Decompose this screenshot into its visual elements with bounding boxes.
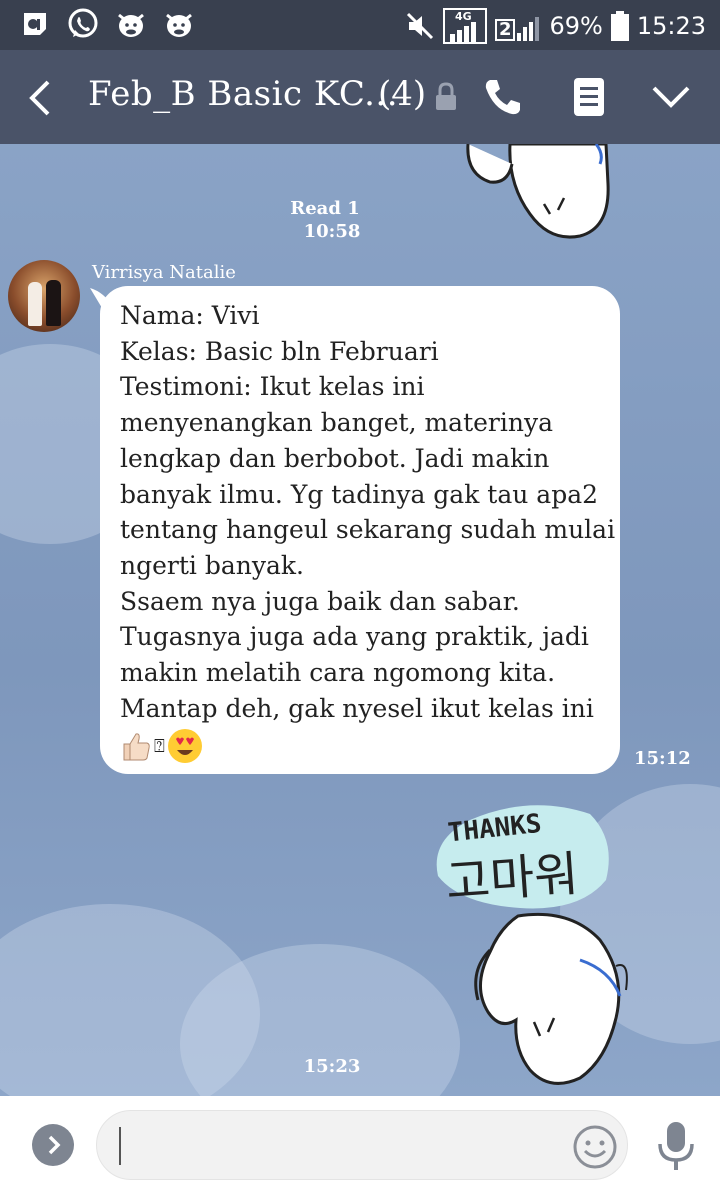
mute-icon [406,12,434,40]
message-line: Kelas: Basic bln Februari [120,336,439,366]
sim2-label: 2 [494,19,516,41]
missing-glyph: ⍰ [154,735,165,757]
read-time: 10:58 [303,221,361,242]
message-line: Mantap deh, gak nyesel ikut kelas ini [120,693,594,723]
read-receipt: Read 1 [290,198,360,219]
battery-icon [610,11,629,41]
app-notification-icon [24,13,46,35]
message-input[interactable] [117,1123,557,1167]
emoji-icon[interactable] [572,1124,618,1170]
emoji-row: ⍰ [120,728,600,764]
sticker-time: 15:23 [303,1056,361,1077]
microphone-icon[interactable] [656,1120,696,1172]
chat-area[interactable]: Read 1 10:58 Virrisya Natalie Nama: Vivi… [0,144,720,1096]
heart-eyes-emoji-icon [167,729,202,764]
member-count: (4) [378,74,427,114]
bubble-tail [90,288,114,308]
clock: 15:23 [636,12,706,40]
cow-sticker-icon [118,13,144,37]
chat-header: Feb_B Basic KC... (4) [0,50,720,144]
message-line: ngerti banyak. [120,550,304,580]
system-status: 4G 2 69% 15:23 [405,8,706,44]
message-line: Testimoni: Ikut kelas ini [120,372,425,402]
phone-icon[interactable] [482,76,524,118]
chevron-down-icon[interactable] [650,76,692,118]
sender-name: Virrisya Natalie [92,262,236,283]
message-line: Ssaem nya juga baik dan sabar. [120,586,520,616]
message-line: menyenangkan banget, materinya [120,408,554,438]
cow-sticker-icon [166,13,192,37]
chat-title[interactable]: Feb_B Basic KC... [88,74,398,114]
thanks-sticker[interactable]: THANKS 고마워 [430,800,640,1090]
message-line: Tugasnya juga ada yang praktik, jadi [120,622,589,652]
signal-sim2-icon: 2 [494,11,542,41]
sticker-text-ko: 고마워 [444,846,580,911]
avatar[interactable] [8,260,80,332]
message-bubble[interactable]: Nama: Vivi Kelas: Basic bln Februari Tes… [90,286,620,774]
text-caret [119,1127,121,1165]
whatsapp-icon [68,8,98,38]
message-field[interactable] [96,1110,628,1180]
message-line: tentang hangeul sekarang sudah mulai [120,515,616,545]
expand-arrow-icon [48,1135,61,1155]
status-bar: 4G 2 69% 15:23 [0,0,720,50]
signal-sim1-icon: 4G [442,8,487,44]
thumbs-up-icon [123,733,150,761]
battery-percent: 69% [549,12,603,40]
message-line: makin melatih cara ngomong kita. [120,658,556,688]
sticker-top[interactable] [460,144,620,244]
lock-icon [436,82,456,110]
notification-icons [18,7,196,41]
message-line: lengkap dan berbobot. Jadi makin [120,443,550,473]
message-time: 15:12 [634,748,691,769]
expand-button[interactable] [32,1124,74,1166]
back-icon[interactable] [22,78,58,118]
notes-icon[interactable] [568,76,610,118]
message-line: Nama: Vivi [120,301,260,330]
message-line: banyak ilmu. Yg tadinya gak tau apa2 [120,479,599,509]
